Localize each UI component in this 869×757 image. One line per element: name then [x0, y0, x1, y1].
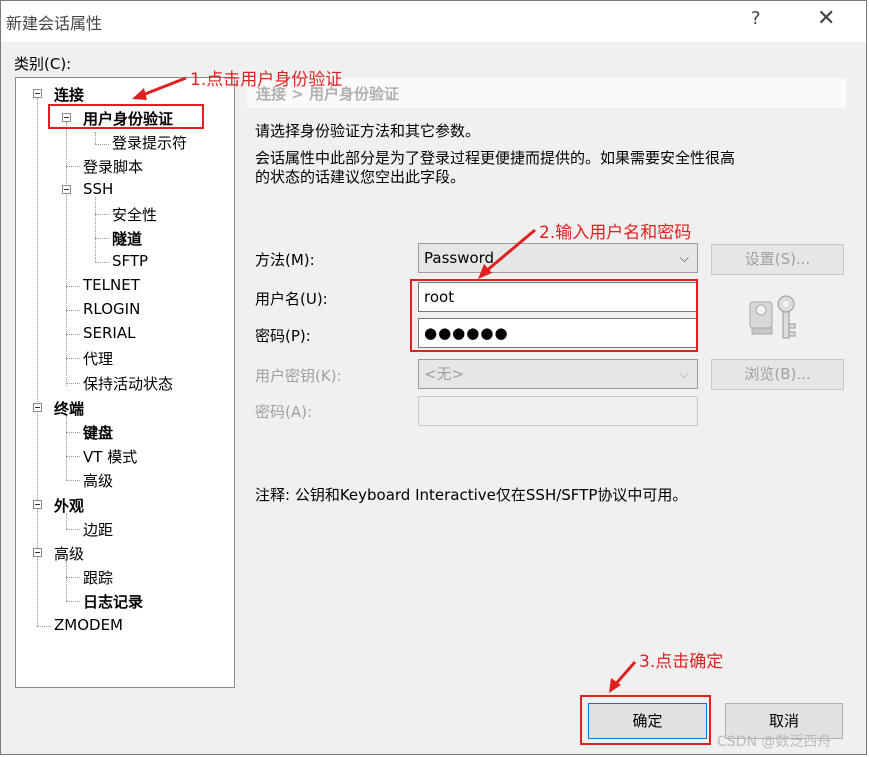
- window-frame: [0, 0, 867, 755]
